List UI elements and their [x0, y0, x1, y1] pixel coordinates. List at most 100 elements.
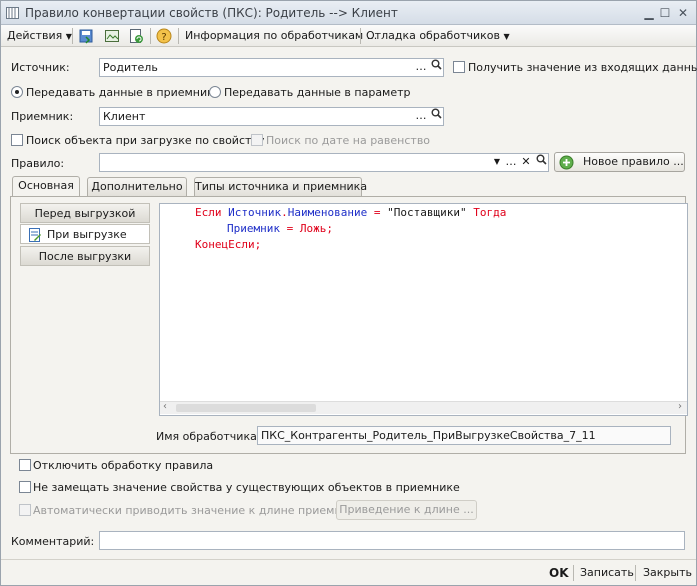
radio-pass-to-receiver[interactable] — [11, 86, 23, 98]
horizontal-scrollbar[interactable]: ‹ › — [160, 401, 687, 414]
picture-icon[interactable] — [103, 27, 121, 45]
code-operator: = — [367, 206, 388, 219]
close-button[interactable]: Закрыть — [643, 566, 692, 579]
code-identifier: Источник — [228, 206, 282, 219]
form-icon — [6, 7, 19, 19]
dialog-window: Правило конвертации свойств (ПКС): Родит… — [0, 0, 697, 586]
get-from-input-label: Получить значение из входящих данных — [468, 61, 697, 74]
radio-pass-to-receiver-label: Передавать данные в приемник — [26, 86, 214, 99]
ok-button[interactable]: OK — [549, 566, 569, 580]
auto-length-label: Автоматически приводить значение к длине… — [33, 504, 363, 517]
code-string: "Поставщики" — [387, 206, 467, 219]
code-operator: = — [279, 222, 300, 235]
receiver-label: Приемник: — [11, 110, 74, 123]
toolbar-divider — [178, 28, 179, 44]
new-rule-label: Новое правило ... — [583, 155, 684, 168]
footer-divider — [573, 565, 574, 581]
search-by-property-label: Поиск объекта при загрузке по свойству — [26, 134, 265, 147]
ellipsis-icon[interactable]: … — [503, 154, 519, 171]
search-icon[interactable] — [533, 154, 549, 171]
maximize-icon[interactable]: ☐ — [657, 5, 673, 21]
handler-before-export[interactable]: Перед выгрузкой — [20, 203, 150, 223]
disable-rule-checkbox[interactable] — [19, 459, 31, 471]
search-by-date-checkbox[interactable] — [251, 134, 263, 146]
receiver-value: Клиент — [103, 110, 146, 123]
disable-rule-label: Отключить обработку правила — [33, 459, 214, 472]
code-keyword: Тогда — [466, 206, 507, 219]
new-rule-button[interactable]: Новое правило ... — [554, 152, 685, 172]
actions-menu-label: Действия — [7, 29, 63, 42]
length-cast-button[interactable]: Приведение к длине ... — [336, 500, 477, 520]
save-and-exit-icon[interactable] — [77, 27, 95, 45]
code-line-2: Приемник = Ложь; — [227, 222, 333, 235]
handler-on-export[interactable]: При выгрузке — [20, 224, 150, 244]
actions-menu[interactable]: Действия ▼ — [7, 28, 72, 44]
handler-name-label: Имя обработчика: — [156, 430, 261, 443]
debug-handlers-menu[interactable]: Отладка обработчиков ▼ — [366, 28, 510, 44]
code-operator: . — [281, 206, 288, 219]
radio-pass-to-param-label: Передавать данные в параметр — [224, 86, 411, 99]
get-from-input-checkbox[interactable] — [453, 61, 465, 73]
tab-types[interactable]: Типы источника и приемника — [194, 177, 367, 196]
no-replace-label: Не замещать значение свойства у существу… — [33, 481, 460, 494]
title-bar: Правило конвертации свойств (ПКС): Родит… — [1, 1, 696, 25]
tab-main[interactable]: Основная — [12, 176, 80, 197]
code-keyword: Если — [195, 206, 229, 219]
handler-on-export-label: При выгрузке — [47, 228, 127, 241]
save-button[interactable]: Записать — [580, 566, 634, 579]
comment-field[interactable] — [99, 531, 685, 550]
comment-label: Комментарий: — [11, 535, 95, 548]
receiver-field[interactable]: Клиент — [99, 107, 444, 126]
rule-label: Правило: — [11, 157, 65, 170]
footer-divider — [635, 565, 636, 581]
window-title: Правило конвертации свойств (ПКС): Родит… — [25, 6, 398, 20]
search-by-date-label: Поиск по дате на равенство — [266, 134, 431, 147]
add-icon — [559, 155, 574, 170]
tab-panel-main: Перед выгрузкой При выгрузке После выгру… — [10, 196, 688, 454]
rule-field[interactable] — [99, 153, 549, 172]
ellipsis-icon[interactable]: … — [413, 59, 429, 76]
code-keyword: Ложь; — [299, 222, 333, 235]
clear-icon[interactable]: ✕ — [518, 154, 534, 171]
tab-additional-label: Дополнительно — [91, 180, 183, 193]
svg-text:?: ? — [161, 32, 166, 43]
tab-main-label: Основная — [18, 179, 74, 192]
chevron-down-icon: ▼ — [503, 32, 510, 41]
search-icon[interactable] — [428, 108, 444, 125]
code-line-3: КонецЕсли; — [195, 238, 261, 251]
ellipsis-icon[interactable]: … — [413, 108, 429, 125]
handler-before-export-label: Перед выгрузкой — [34, 207, 136, 220]
handlers-info-button[interactable]: Информация по обработчикам ... — [185, 28, 377, 44]
chevron-down-icon: ▼ — [65, 32, 72, 41]
handler-edit-icon — [29, 228, 41, 242]
handler-after-export[interactable]: После выгрузки — [20, 246, 150, 266]
toolbar: Действия ▼ ? Информация по обработчикам … — [1, 25, 696, 47]
radio-pass-to-param[interactable] — [209, 86, 221, 98]
search-by-property-checkbox[interactable] — [11, 134, 23, 146]
code-identifier: Приемник — [227, 222, 280, 235]
code-identifier: Наименование — [287, 206, 368, 219]
minimize-icon[interactable]: ▁ — [641, 5, 657, 21]
code-line-1: Если Источник.Наименование = "Поставщики… — [195, 206, 506, 219]
help-icon[interactable]: ? — [155, 27, 173, 45]
auto-length-checkbox[interactable] — [19, 504, 31, 516]
scroll-left-icon[interactable]: ‹ — [163, 401, 167, 412]
scroll-right-icon[interactable]: › — [678, 401, 682, 412]
source-field[interactable]: Родитель — [99, 58, 444, 77]
code-editor[interactable]: Если Источник.Наименование = "Поставщики… — [159, 203, 688, 416]
handler-name-value: ПКС_Контрагенты_Родитель_ПриВыгрузкеСвой… — [261, 429, 596, 442]
no-replace-checkbox[interactable] — [19, 481, 31, 493]
toolbar-divider — [150, 28, 151, 44]
source-label: Источник: — [11, 61, 70, 74]
length-cast-label: Приведение к длине ... — [339, 503, 474, 516]
tab-additional[interactable]: Дополнительно — [87, 177, 187, 196]
close-icon[interactable]: ✕ — [675, 5, 691, 21]
refresh-icon[interactable] — [127, 27, 145, 45]
handler-name-field[interactable]: ПКС_Контрагенты_Родитель_ПриВыгрузкеСвой… — [257, 426, 671, 445]
source-value: Родитель — [103, 61, 158, 74]
scrollbar-thumb[interactable] — [176, 404, 316, 412]
debug-handlers-label: Отладка обработчиков — [366, 29, 500, 42]
search-icon[interactable] — [428, 59, 444, 76]
toolbar-divider — [360, 28, 361, 44]
toolbar-divider — [72, 28, 73, 44]
